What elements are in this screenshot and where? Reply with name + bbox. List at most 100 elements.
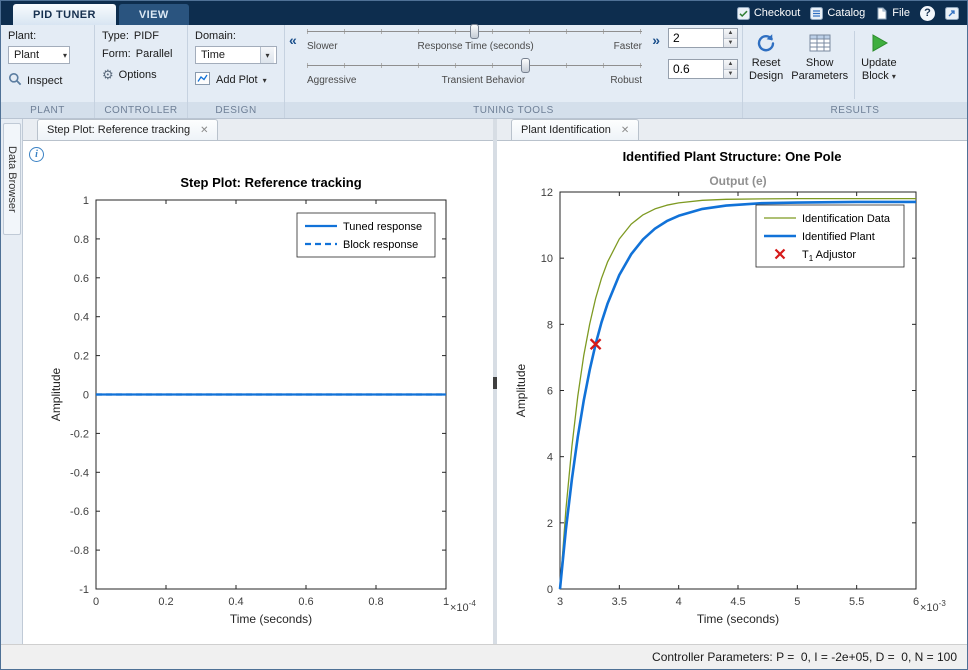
spinner-down-icon[interactable]: ▼ bbox=[724, 38, 737, 47]
response-time-spinner-input[interactable] bbox=[669, 29, 723, 47]
type-label: Type: bbox=[102, 30, 129, 42]
tuning-spinners: ▲ ▼ ▲ ▼ bbox=[668, 28, 738, 79]
slider-label-slower: Slower bbox=[307, 41, 338, 52]
file-button[interactable]: File bbox=[875, 7, 910, 20]
close-icon[interactable]: ✕ bbox=[621, 125, 629, 136]
catalog-button[interactable]: Catalog bbox=[810, 6, 865, 20]
checkout-label: Checkout bbox=[753, 7, 801, 19]
tuning-tools-section: « » Slower Response Time (seconds) Faste… bbox=[285, 24, 743, 118]
svg-text:-0.6: -0.6 bbox=[70, 506, 89, 518]
svg-text:Tuned response: Tuned response bbox=[343, 221, 422, 233]
add-plot-button[interactable]: Add Plot ▾ bbox=[195, 72, 267, 88]
design-section-label: DESIGN bbox=[188, 102, 284, 118]
reset-design-label: Reset Design bbox=[749, 57, 784, 82]
options-button[interactable]: ⚙ Options bbox=[102, 68, 157, 81]
table-icon bbox=[809, 30, 831, 55]
controller-section-label: CONTROLLER bbox=[95, 102, 187, 118]
slider-label-transient-behavior: Transient Behavior bbox=[441, 75, 526, 86]
add-plot-icon bbox=[195, 72, 211, 88]
reset-icon bbox=[755, 30, 777, 55]
pid-tuner-window: PID TUNER VIEW Checkout Catalog File ? P… bbox=[0, 0, 968, 670]
results-divider bbox=[854, 31, 856, 99]
inspect-label: Inspect bbox=[27, 74, 63, 87]
main-area: Data Browser Step Plot: Reference tracki… bbox=[1, 119, 967, 644]
tab-pid-tuner[interactable]: PID TUNER bbox=[13, 4, 116, 25]
step-plot-panel: Step Plot: Reference tracking ✕ i 0 0.2 0.… bbox=[23, 119, 493, 644]
svg-text:3.5: 3.5 bbox=[612, 596, 627, 608]
svg-text:5.5: 5.5 bbox=[849, 596, 864, 608]
step-plot-tabbar: Step Plot: Reference tracking ✕ bbox=[23, 119, 493, 141]
plant-dropdown[interactable]: Plant ▾ bbox=[8, 46, 70, 64]
toolstrip: Plant: Plant ▾ Inspect PLANT Type: PIDF F… bbox=[1, 24, 967, 119]
slider-extend-left-button[interactable]: « bbox=[289, 33, 297, 47]
svg-text:×10-3: ×10-3 bbox=[920, 599, 946, 614]
svg-text:0: 0 bbox=[547, 584, 553, 596]
tuning-tools-section-label: TUNING TOOLS bbox=[285, 102, 742, 118]
svg-text:Identification Data: Identification Data bbox=[802, 213, 891, 225]
domain-select[interactable]: Time ▾ bbox=[195, 46, 277, 64]
close-icon[interactable]: ✕ bbox=[200, 125, 208, 136]
transient-behavior-spinner-input[interactable] bbox=[669, 60, 723, 78]
plant-identification-tab[interactable]: Plant Identification ✕ bbox=[511, 119, 640, 140]
show-parameters-label: Show Parameters bbox=[791, 57, 849, 82]
quick-access-toolbar: Checkout Catalog File ? bbox=[729, 1, 967, 25]
response-time-slider-track[interactable] bbox=[307, 24, 642, 39]
step-plot-chart: 0 0.2 0.4 0.6 0.8 1 -1 -0.8 -0.6 -0.4 -0.2 0 0.2 0.4 0… bbox=[49, 175, 476, 626]
response-time-slider[interactable]: Slower Response Time (seconds) Faster bbox=[307, 24, 642, 52]
update-block-button[interactable]: Update Block ▾ bbox=[857, 28, 900, 85]
file-icon bbox=[875, 7, 888, 20]
spinner-up-icon[interactable]: ▲ bbox=[724, 60, 737, 70]
show-parameters-button[interactable]: Show Parameters bbox=[787, 28, 852, 85]
magnifier-icon bbox=[8, 72, 22, 89]
domain-label: Domain: bbox=[195, 30, 236, 42]
inspect-button[interactable]: Inspect bbox=[8, 72, 62, 89]
tab-view[interactable]: VIEW bbox=[118, 4, 189, 25]
step-plot-tab[interactable]: Step Plot: Reference tracking ✕ bbox=[37, 119, 219, 140]
svg-text:4.5: 4.5 bbox=[730, 596, 745, 608]
response-time-slider-handle[interactable] bbox=[469, 24, 479, 39]
data-browser-tab[interactable]: Data Browser bbox=[3, 123, 21, 235]
controller-parameters-text: Controller Parameters: P = 0, I = -2e+05… bbox=[652, 650, 957, 664]
spinner-down-icon[interactable]: ▼ bbox=[724, 69, 737, 78]
file-label: File bbox=[892, 7, 910, 19]
help-button[interactable]: ? bbox=[920, 5, 935, 21]
response-time-spinner[interactable]: ▲ ▼ bbox=[668, 28, 738, 48]
plant-structure-heading: Identified Plant Structure: One Pole bbox=[622, 149, 842, 164]
svg-text:1: 1 bbox=[83, 195, 89, 207]
data-browser-label: Data Browser bbox=[6, 145, 18, 213]
info-button[interactable]: i bbox=[29, 147, 44, 162]
svg-text:6: 6 bbox=[913, 596, 919, 608]
titlebar: PID TUNER VIEW Checkout Catalog File ? bbox=[1, 1, 967, 25]
svg-text:8: 8 bbox=[547, 319, 553, 331]
step-plot-tab-label: Step Plot: Reference tracking bbox=[47, 124, 191, 136]
transient-behavior-slider[interactable]: Aggressive Transient Behavior Robust bbox=[307, 58, 642, 86]
svg-text:0.8: 0.8 bbox=[368, 596, 383, 608]
slider-extend-right-button[interactable]: » bbox=[652, 33, 660, 47]
slider-label-faster: Faster bbox=[613, 41, 642, 52]
transient-behavior-slider-track[interactable] bbox=[307, 58, 642, 73]
checkout-button[interactable]: Checkout bbox=[736, 6, 801, 20]
data-browser-strip: Data Browser bbox=[1, 119, 23, 644]
svg-text:0.2: 0.2 bbox=[74, 351, 89, 363]
svg-text:Amplitude: Amplitude bbox=[514, 364, 528, 418]
reset-design-button[interactable]: Reset Design bbox=[745, 28, 787, 85]
help-icon: ? bbox=[924, 7, 931, 19]
resources-button[interactable] bbox=[945, 6, 959, 20]
ribbon-tabs: PID TUNER VIEW bbox=[1, 1, 192, 25]
plant-identification-tab-label: Plant Identification bbox=[521, 124, 611, 136]
checkout-icon bbox=[736, 6, 750, 20]
plant-identification-panel: Plant Identification ✕ Identified Plant … bbox=[497, 119, 967, 644]
svg-text:5: 5 bbox=[794, 596, 800, 608]
play-icon bbox=[869, 30, 889, 55]
transient-behavior-slider-handle[interactable] bbox=[521, 58, 531, 73]
svg-text:2: 2 bbox=[547, 518, 553, 530]
transient-behavior-spinner[interactable]: ▲ ▼ bbox=[668, 59, 738, 79]
plant-section-label: PLANT bbox=[1, 102, 94, 118]
svg-text:0.8: 0.8 bbox=[74, 234, 89, 246]
spinner-up-icon[interactable]: ▲ bbox=[724, 29, 737, 39]
svg-text:Step Plot: Reference tracking: Step Plot: Reference tracking bbox=[180, 175, 361, 190]
svg-text:-1: -1 bbox=[79, 584, 89, 596]
caret-down-icon: ▾ bbox=[62, 50, 67, 60]
caret-down-icon: ▾ bbox=[891, 72, 896, 81]
plant-dropdown-value: Plant bbox=[14, 49, 40, 61]
